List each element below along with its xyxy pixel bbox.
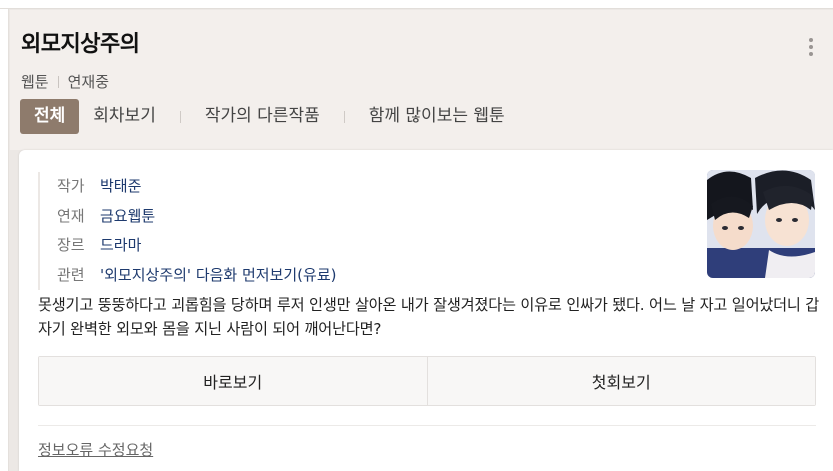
page: 외모지상주의 웹툰 연재중 전체 회차보기 작가의 다른작품 함께 많이보는 웹…	[0, 0, 833, 471]
tab-episodes[interactable]: 회차보기	[79, 99, 170, 134]
webtoon-thumbnail[interactable]	[707, 170, 815, 278]
meta-type: 웹툰	[21, 73, 49, 91]
page-title: 외모지상주의	[21, 32, 140, 57]
info-list: 작가 박태준 연재 금요웹툰 장르 드라마 관련 '외모지상주의' 다음화 먼저…	[38, 172, 337, 290]
related-link[interactable]: '외모지상주의' 다음화 먼저보기(유료)	[100, 261, 337, 291]
meta-status: 연재중	[67, 73, 110, 91]
info-row-genre: 장르 드라마	[57, 231, 337, 261]
read-now-button[interactable]: 바로보기	[39, 357, 427, 405]
info-row-serial: 연재 금요웹툰	[57, 202, 337, 232]
info-label: 관련	[57, 265, 85, 284]
action-buttons: 바로보기 첫회보기	[38, 356, 816, 406]
meta-divider	[57, 75, 59, 88]
synopsis: 못생기고 뚱뚱하다고 괴롭힘을 당하며 루저 인생만 살아온 내가 잘생겨졌다는…	[38, 296, 820, 338]
info-row-author: 작가 박태준	[57, 172, 337, 202]
author-link[interactable]: 박태준	[100, 172, 141, 202]
info-row-related: 관련 '외모지상주의' 다음화 먼저보기(유료)	[57, 261, 337, 291]
left-edge	[0, 9, 9, 471]
tab-related-webtoons[interactable]: 함께 많이보는 웹툰	[355, 99, 519, 134]
tab-bar: 전체 회차보기 작가의 다른작품 함께 많이보는 웹툰	[20, 99, 519, 134]
divider	[38, 425, 816, 426]
tab-all[interactable]: 전체	[20, 99, 80, 134]
info-label: 장르	[57, 236, 85, 254]
info-label: 연재	[57, 206, 85, 225]
webtoon-cover-image	[707, 170, 815, 278]
report-error-link[interactable]: 정보오류 수정요청	[38, 439, 153, 460]
tab-other-works[interactable]: 작가의 다른작품	[191, 99, 334, 134]
more-vertical-icon[interactable]	[808, 38, 814, 58]
serial-day-link[interactable]: 금요웹툰	[100, 202, 155, 232]
top-border	[0, 0, 833, 9]
info-label: 작가	[57, 177, 85, 195]
info-card: 작가 박태준 연재 금요웹툰 장르 드라마 관련 '외모지상주의' 다음화 먼저…	[19, 150, 833, 471]
meta-info: 웹툰 연재중	[21, 71, 109, 92]
genre-link[interactable]: 드라마	[100, 231, 141, 261]
tab-divider	[343, 110, 345, 123]
first-episode-button[interactable]: 첫회보기	[426, 357, 815, 405]
tab-divider	[179, 110, 181, 123]
